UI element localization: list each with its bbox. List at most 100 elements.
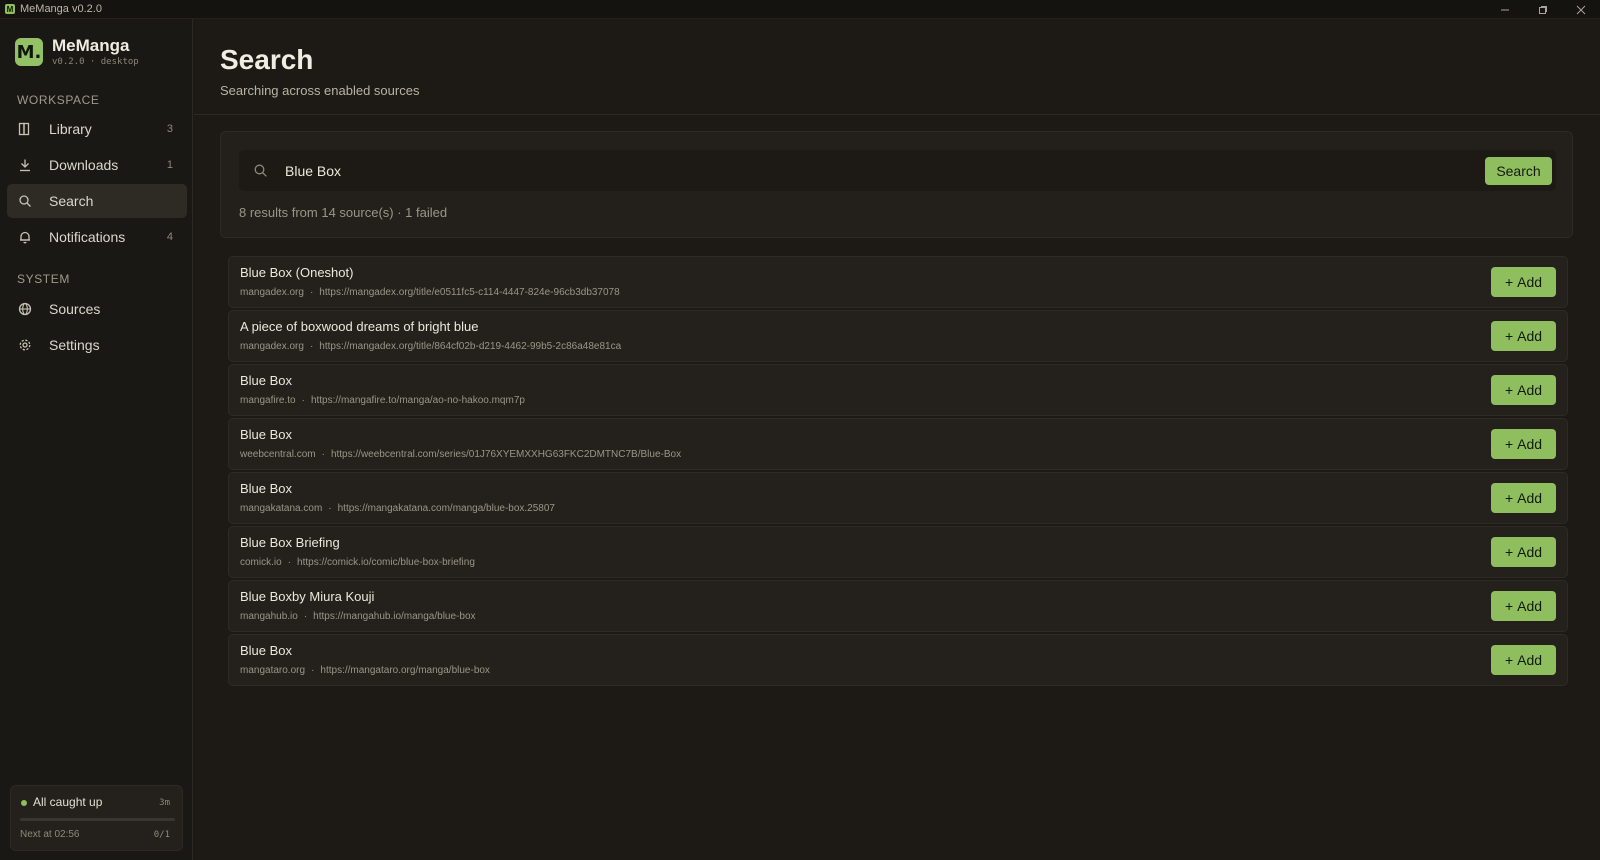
result-url[interactable]: https://mangadex.org/title/e0511fc5-c114… xyxy=(319,287,619,298)
result-row: Blue Box Briefing comick.io · https://comi… xyxy=(228,526,1568,578)
brand: M. MeManga v0.2.0 · desktop xyxy=(15,37,139,67)
restore-icon xyxy=(1539,5,1547,14)
result-summary: 8 results from 14 source(s) · 1 failed xyxy=(239,205,448,220)
result-row: Blue Boxby Miura Kouji mangahub.io · https… xyxy=(228,580,1568,632)
result-url[interactable]: https://mangadex.org/title/864cf02b-d219… xyxy=(319,341,621,352)
sync-progress-count: 0/1 xyxy=(153,830,170,840)
page-subtitle: Searching across enabled sources xyxy=(220,83,420,98)
result-meta: mangakatana.com · https://mangakatana.com/… xyxy=(240,503,555,514)
meta-separator: · xyxy=(309,287,314,298)
sidebar-item-label: Notifications xyxy=(49,229,126,245)
result-title: Blue Box Briefing xyxy=(240,535,340,550)
close-button[interactable] xyxy=(1562,0,1600,19)
plus-icon: + xyxy=(1504,598,1514,614)
result-row: Blue Box mangafire.to · https://mangafire.… xyxy=(228,364,1568,416)
result-meta: mangadex.org · https://mangadex.org/title/… xyxy=(240,341,621,352)
restore-button[interactable] xyxy=(1524,0,1562,19)
book-icon xyxy=(18,122,32,136)
result-title: Blue Box (Oneshot) xyxy=(240,265,354,280)
result-title: Blue Box xyxy=(240,427,293,442)
result-meta: mangahub.io · https://mangahub.io/manga/bl… xyxy=(240,611,476,622)
result-url[interactable]: https://mangahub.io/manga/blue-box xyxy=(313,611,475,622)
result-url[interactable]: https://mangakatana.com/manga/blue-box.2… xyxy=(338,503,555,514)
brand-logo: M. xyxy=(15,38,43,66)
result-row: Blue Box weebcentral.com · https://weebcen… xyxy=(228,418,1568,470)
status-indicator-dot xyxy=(21,800,27,806)
result-title: Blue Box xyxy=(240,481,293,496)
result-row: Blue Box (Oneshot) mangadex.org · https://… xyxy=(228,256,1568,308)
sync-status-text: All caught up xyxy=(33,795,103,809)
result-row: Blue Box mangataro.org · https://mangataro… xyxy=(228,634,1568,686)
add-button-label: Add xyxy=(1517,274,1543,290)
sidebar-item-search[interactable]: Search xyxy=(7,184,187,218)
result-title: Blue Box xyxy=(240,373,293,388)
sidebar-item-count: 1 xyxy=(166,159,173,171)
section-label-workspace: WORKSPACE xyxy=(17,93,100,107)
result-url[interactable]: https://mangafire.to/manga/ao-no-hakoo.m… xyxy=(311,395,525,406)
window-titlebar: M MeManga v0.2.0 xyxy=(0,0,1600,19)
sidebar-item-label: Downloads xyxy=(49,157,119,173)
search-input[interactable] xyxy=(285,150,1435,191)
plus-icon: + xyxy=(1504,436,1514,452)
add-button[interactable]: + Add xyxy=(1491,321,1556,351)
add-button-label: Add xyxy=(1517,490,1543,506)
search-button[interactable]: Search xyxy=(1485,157,1552,185)
result-url[interactable]: https://weebcentral.com/series/01J76XYEM… xyxy=(331,449,681,460)
meta-separator: · xyxy=(301,395,305,406)
result-row: A piece of boxwood dreams of bright blue… xyxy=(228,310,1568,362)
sync-progress-bar xyxy=(20,818,175,821)
result-source: mangadex.org xyxy=(240,341,304,352)
sidebar-item-label: Search xyxy=(49,193,94,209)
result-source: mangakatana.com xyxy=(240,503,323,514)
sidebar-item-library[interactable]: Library 3 xyxy=(7,112,187,146)
minimize-icon xyxy=(1501,9,1509,10)
add-button-label: Add xyxy=(1517,544,1543,560)
add-button[interactable]: + Add xyxy=(1491,375,1556,405)
plus-icon: + xyxy=(1504,490,1514,506)
add-button-label: Add xyxy=(1517,652,1543,668)
brand-name: MeManga xyxy=(52,36,130,55)
sync-status-age: 3m xyxy=(159,798,170,808)
result-source: weebcentral.com xyxy=(240,449,316,460)
result-meta: weebcentral.com · https://weebcentral.com/… xyxy=(240,449,681,460)
sidebar-item-label: Library xyxy=(49,121,92,137)
search-icon xyxy=(18,194,32,208)
result-title: Blue Boxby Miura Kouji xyxy=(240,589,375,604)
bell-icon xyxy=(18,230,32,244)
result-meta: comick.io · https://comick.io/comic/blue-b… xyxy=(240,557,475,568)
add-button[interactable]: + Add xyxy=(1491,537,1556,567)
search-box: Search xyxy=(239,150,1556,191)
add-button[interactable]: + Add xyxy=(1491,645,1556,675)
meta-separator: · xyxy=(311,665,315,676)
next-sync-time: Next at 02:56 xyxy=(20,829,80,840)
plus-icon: + xyxy=(1504,544,1514,560)
minimize-button[interactable] xyxy=(1486,0,1524,19)
add-button[interactable]: + Add xyxy=(1491,591,1556,621)
add-button-label: Add xyxy=(1517,328,1543,344)
sync-status-card: All caught up 3m Next at 02:56 0/1 xyxy=(10,785,183,851)
sidebar-item-sources[interactable]: Sources xyxy=(7,292,187,326)
results-list: Blue Box (Oneshot) mangadex.org · https://… xyxy=(228,256,1568,688)
brand-version: v0.2.0 · desktop xyxy=(52,57,139,67)
meta-separator: · xyxy=(309,341,314,352)
brand-text: MeManga v0.2.0 · desktop xyxy=(52,36,139,68)
search-icon xyxy=(254,164,267,177)
sidebar-item-settings[interactable]: Settings xyxy=(7,328,187,362)
add-button[interactable]: + Add xyxy=(1491,429,1556,459)
sidebar-item-count: 4 xyxy=(166,231,173,243)
search-panel: Search 8 results from 14 source(s) · 1 f… xyxy=(220,131,1573,238)
sidebar-item-notifications[interactable]: Notifications 4 xyxy=(7,220,187,254)
add-button[interactable]: + Add xyxy=(1491,483,1556,513)
window-title: MeManga v0.2.0 xyxy=(20,3,102,15)
result-url[interactable]: https://comick.io/comic/blue-box-briefin… xyxy=(297,557,475,568)
add-button-label: Add xyxy=(1517,436,1543,452)
add-button[interactable]: + Add xyxy=(1491,267,1556,297)
result-source: mangataro.org xyxy=(240,665,306,676)
result-url[interactable]: https://mangataro.org/manga/blue-box xyxy=(320,665,490,676)
result-meta: mangafire.to · https://mangafire.to/manga/… xyxy=(240,395,525,406)
gear-icon xyxy=(18,338,32,352)
sidebar: M. MeManga v0.2.0 · desktop WORKSPACE Li… xyxy=(0,19,193,860)
result-meta: mangadex.org · https://mangadex.org/title/… xyxy=(240,287,620,298)
sidebar-item-downloads[interactable]: Downloads 1 xyxy=(7,148,187,182)
page-header: Search Searching across enabled sources xyxy=(194,19,1600,115)
